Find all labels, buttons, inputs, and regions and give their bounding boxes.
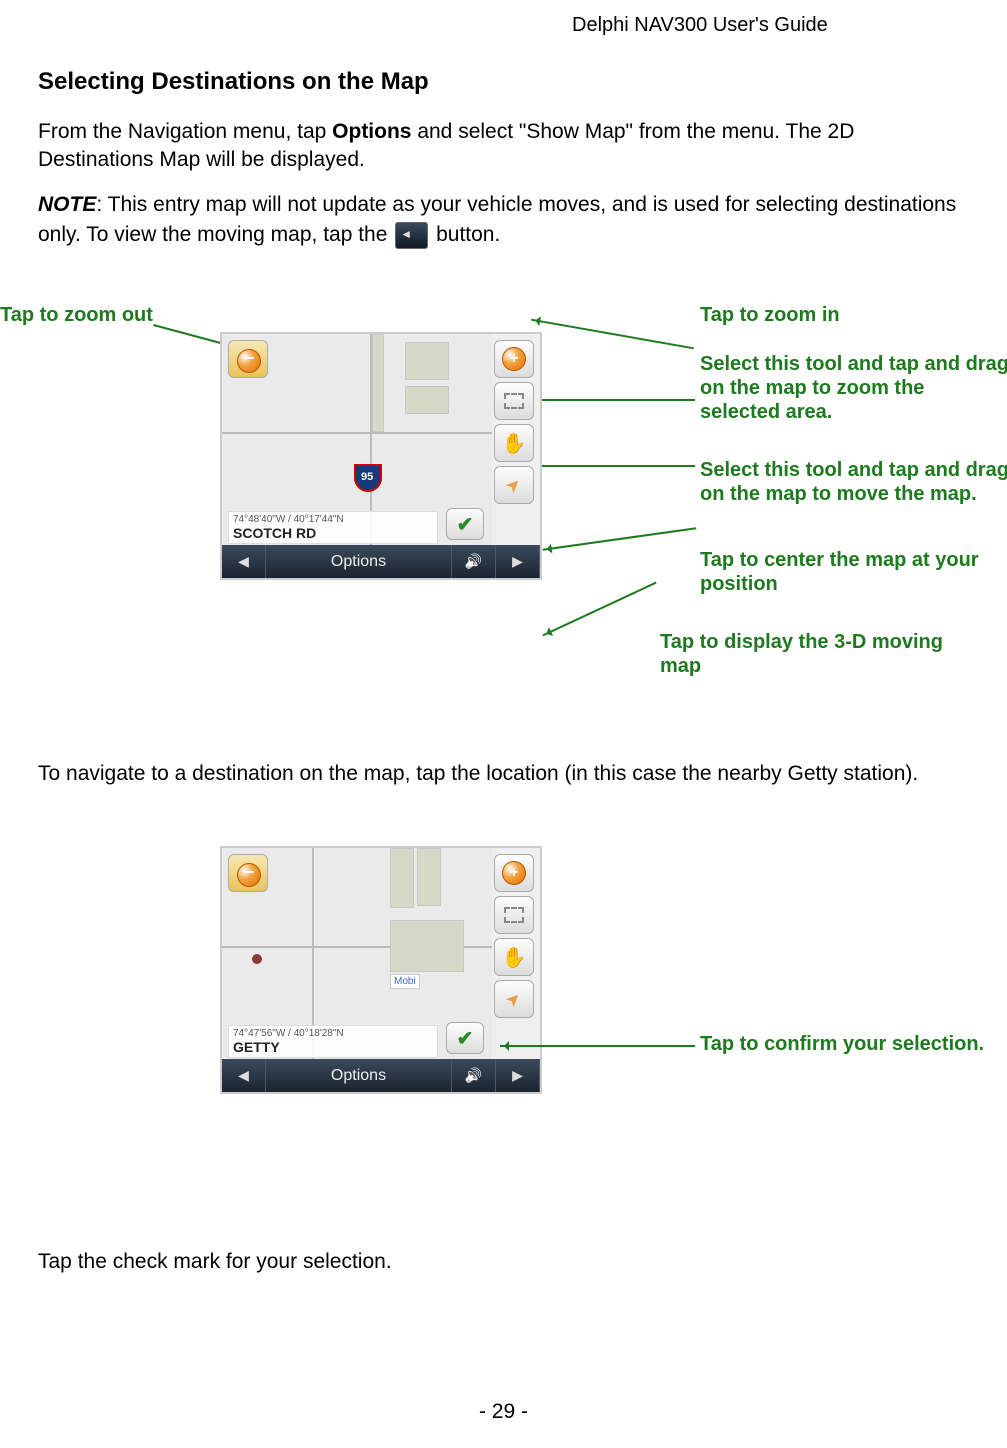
back-button[interactable] <box>222 545 266 578</box>
callout-hand-tool: Select this tool and tap and drag on the… <box>700 458 1007 506</box>
arrow-center <box>543 527 697 551</box>
map-tool-sidebar <box>490 848 540 1063</box>
note-label: NOTE <box>38 193 96 216</box>
confirm-selection-button[interactable] <box>446 508 484 540</box>
back-button[interactable] <box>222 1059 266 1092</box>
arrow-hand-tool <box>530 465 695 467</box>
device-screenshot-1: 74°48'40"W / 40°17'44"N SCOTCH RD Option… <box>220 332 542 580</box>
device-screenshot-2: Mobi 74°47'56"W / 40°18'28"N GETTY Optio… <box>220 846 542 1094</box>
coordinates-text: 74°48'40"W / 40°17'44"N <box>233 514 433 525</box>
map-block <box>372 334 384 432</box>
arrow-3d <box>542 582 656 637</box>
highway-shield-icon <box>354 464 382 492</box>
pan-tool-button[interactable] <box>494 938 534 976</box>
arrow-confirm <box>500 1045 695 1047</box>
callout-rect-tool: Select this tool and tap and drag on the… <box>700 352 1007 424</box>
intro-text-pre: From the Navigation menu, tap <box>38 120 332 143</box>
options-button[interactable]: Options <box>266 545 452 578</box>
zoom-in-button[interactable] <box>494 854 534 892</box>
back-inline-icon <box>395 222 428 249</box>
road-name-text: GETTY <box>233 1039 433 1055</box>
doc-header-title: Delphi NAV300 User's Guide <box>572 14 828 37</box>
center-position-button[interactable] <box>494 466 534 504</box>
callout-3d: Tap to display the 3-D moving map <box>660 630 960 678</box>
zoom-out-button[interactable] <box>228 340 268 378</box>
zoom-area-tool-button[interactable] <box>494 382 534 420</box>
road-name-text: SCOTCH RD <box>233 525 433 541</box>
intro-text-bold: Options <box>332 120 411 143</box>
center-position-button[interactable] <box>494 980 534 1018</box>
options-button[interactable]: Options <box>266 1059 452 1092</box>
map-block <box>417 848 441 906</box>
confirm-selection-button[interactable] <box>446 1022 484 1054</box>
location-label: 74°47'56"W / 40°18'28"N GETTY <box>228 1025 438 1058</box>
bottom-toolbar: Options <box>222 1059 540 1092</box>
map-block <box>405 386 449 414</box>
callout-center: Tap to center the map at your position <box>700 548 1000 596</box>
selected-point-icon <box>252 954 262 964</box>
note-paragraph: NOTE: This entry map will not update as … <box>38 190 968 251</box>
zoom-out-button[interactable] <box>228 854 268 892</box>
zoom-area-tool-button[interactable] <box>494 896 534 934</box>
sound-button[interactable] <box>452 545 496 578</box>
map-block <box>405 342 449 380</box>
map-tool-sidebar <box>490 334 540 549</box>
sound-button[interactable] <box>452 1059 496 1092</box>
map-block <box>390 848 414 908</box>
map-road-horizontal <box>222 432 492 434</box>
arrow-rect-tool <box>530 399 695 401</box>
location-label: 74°48'40"W / 40°17'44"N SCOTCH RD <box>228 511 438 544</box>
callout-confirm: Tap to confirm your selection. <box>700 1032 1000 1056</box>
zoom-in-button[interactable] <box>494 340 534 378</box>
map-block <box>390 920 464 972</box>
next-button[interactable] <box>496 545 540 578</box>
intro-paragraph: From the Navigation menu, tap Options an… <box>38 118 968 175</box>
arrow-zoom-in <box>531 319 694 350</box>
checkmark-paragraph: Tap the check mark for your selection. <box>38 1250 968 1274</box>
callout-zoom-out: Tap to zoom out <box>0 303 160 327</box>
coordinates-text: 74°47'56"W / 40°18'28"N <box>233 1028 433 1039</box>
poi-label[interactable]: Mobi <box>390 974 420 989</box>
navigate-paragraph: To navigate to a destination on the map,… <box>38 760 968 788</box>
page-number: - 29 - <box>0 1400 1007 1424</box>
section-heading: Selecting Destinations on the Map <box>38 68 429 96</box>
pan-tool-button[interactable] <box>494 424 534 462</box>
next-button[interactable] <box>496 1059 540 1092</box>
callout-zoom-in: Tap to zoom in <box>700 303 1000 327</box>
note-text-b: button. <box>430 223 500 246</box>
bottom-toolbar: Options <box>222 545 540 578</box>
